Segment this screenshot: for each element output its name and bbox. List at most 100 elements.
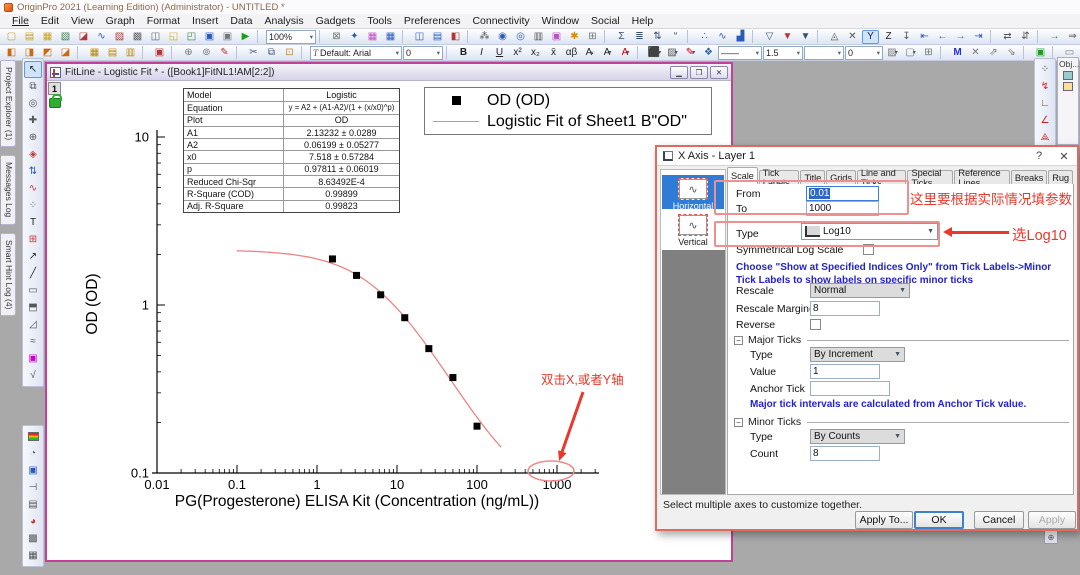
new-excel-icon[interactable]: ▧: [57, 30, 74, 44]
extract-data-icon[interactable]: ↧: [898, 30, 915, 44]
super-sub-icon[interactable]: x̄: [545, 46, 562, 60]
reapply-filter-icon[interactable]: ▼: [797, 30, 814, 44]
text-tool-icon[interactable]: T: [24, 214, 42, 231]
go-last-icon[interactable]: ⇥: [970, 30, 987, 44]
import-wizard-icon[interactable]: ▶: [237, 30, 254, 44]
pie-chart-tool-icon[interactable]: ◔: [24, 445, 42, 462]
add-inset-with-data-icon[interactable]: ◪: [57, 46, 74, 60]
fill-area-combo[interactable]: ▾: [804, 46, 844, 60]
arrow-tool-icon[interactable]: ↗: [24, 248, 42, 265]
mask-point-icon[interactable]: M: [949, 46, 966, 60]
plot-scatter-icon[interactable]: ∴: [696, 30, 713, 44]
graph-window[interactable]: FitLine - Logistic Fit * - ([Book1]FitNL…: [45, 62, 733, 562]
collapse-icon[interactable]: −: [734, 336, 743, 345]
unmask-range-icon[interactable]: ✕: [844, 30, 861, 44]
menu-view[interactable]: View: [65, 15, 100, 27]
increase-font-icon[interactable]: A▴: [581, 46, 598, 60]
insert-graph-object-icon[interactable]: ▣: [24, 350, 42, 367]
move-to-back-icon[interactable]: →: [1046, 30, 1063, 44]
collapse-icon[interactable]: −: [734, 418, 743, 427]
cascade-windows-icon[interactable]: ▤: [429, 30, 446, 44]
save-project-icon[interactable]: ▣: [201, 30, 218, 44]
sidebar-tab-messages-log[interactable]: Messages Log: [1, 155, 16, 224]
graph-close-button[interactable]: ✕: [710, 66, 728, 79]
exchange-xy-icon[interactable]: ⇵: [1017, 30, 1034, 44]
mask-range-icon[interactable]: ◬: [826, 30, 843, 44]
go-first-icon[interactable]: ⇤: [916, 30, 933, 44]
sidebar-tab-smart-hint-log[interactable]: Smart Hint Log (4): [1, 233, 16, 316]
column-stats-icon[interactable]: Σ: [613, 30, 630, 44]
split-window-icon[interactable]: ◧: [447, 30, 464, 44]
y-axis-title[interactable]: OD (OD): [84, 244, 102, 364]
menu-graph[interactable]: Graph: [100, 15, 141, 27]
worksheet-view-icon[interactable]: ▥: [530, 30, 547, 44]
cancel-button[interactable]: Cancel: [974, 511, 1024, 529]
zoom-combo[interactable]: 100%▾: [266, 30, 316, 44]
go-previous-icon[interactable]: ←: [934, 30, 951, 44]
apply-to-button[interactable]: Apply To...: [855, 511, 913, 529]
plot-legend[interactable]: OD (OD) Logistic Fit of Sheet1 B"OD": [424, 87, 712, 135]
cluster-tool-icon[interactable]: ⁘: [24, 197, 42, 214]
menu-format[interactable]: Format: [141, 15, 186, 27]
ok-button[interactable]: OK: [914, 511, 964, 529]
new-folder-icon[interactable]: ▤: [21, 30, 38, 44]
menu-help[interactable]: Help: [626, 15, 660, 27]
protect-sheet-icon[interactable]: ⊠: [328, 30, 345, 44]
menu-window[interactable]: Window: [536, 15, 585, 27]
reverse-checkbox[interactable]: [810, 319, 821, 330]
change-mask-color-icon[interactable]: ⇗: [985, 46, 1002, 60]
object-manager-panel[interactable]: Obj...: [1057, 57, 1079, 145]
add-layer-icon[interactable]: ◧: [3, 46, 20, 60]
pointer-tool-icon[interactable]: ↖: [24, 61, 42, 78]
symbol-style-icon[interactable]: ❖: [700, 46, 717, 60]
data-highlighter-icon[interactable]: ⊚: [198, 46, 215, 60]
fit-parameter-table[interactable]: ModelLogisticEquationy = A2 + (A1-A2)/(1…: [183, 88, 400, 213]
screen-reader-tool-icon[interactable]: ⊕: [24, 129, 42, 146]
menu-gadgets[interactable]: Gadgets: [310, 15, 362, 27]
data-point[interactable]: [474, 423, 481, 430]
font-color-icon[interactable]: A▾: [617, 46, 634, 60]
merge-graphs-icon[interactable]: ▦: [86, 46, 103, 60]
merge-tool-icon[interactable]: ⊣: [24, 479, 42, 496]
fit-sigmoidal-tool-icon[interactable]: ∠: [1036, 112, 1054, 129]
menu-tools[interactable]: Tools: [361, 15, 398, 27]
insert-object-tool-icon[interactable]: ▣: [24, 462, 42, 479]
browser-icon[interactable]: ◉: [494, 30, 511, 44]
data-point[interactable]: [353, 272, 360, 279]
x-axis-dialog[interactable]: X Axis - Layer 1 ? ✕ ScaleTick LabelsTit…: [655, 145, 1079, 531]
plot-column-icon[interactable]: ▟: [732, 30, 749, 44]
graph-canvas[interactable]: 1 0.010.111010010000.1110 ModelLogisticE…: [47, 81, 731, 560]
refresh-icon[interactable]: ✦: [346, 30, 363, 44]
zoom-tool-icon[interactable]: ◎: [24, 95, 42, 112]
new-workbook-icon[interactable]: ▦: [39, 30, 56, 44]
fit-multipeak-tool-icon[interactable]: ⟁: [1036, 129, 1054, 146]
count-input[interactable]: 8: [810, 446, 880, 461]
data-point[interactable]: [377, 291, 384, 298]
fit-polynomial-tool-icon[interactable]: ∟: [1036, 95, 1054, 112]
bold-icon[interactable]: B: [455, 46, 472, 60]
data-point[interactable]: [401, 314, 408, 321]
selection-on-curve-tool-icon[interactable]: ∿: [24, 180, 42, 197]
pattern-fill-icon[interactable]: ▨▾: [664, 46, 681, 60]
copy-icon[interactable]: ⧉: [263, 46, 280, 60]
menu-data[interactable]: Data: [224, 15, 258, 27]
swap-z-icon[interactable]: Z: [880, 30, 897, 44]
subscript-icon[interactable]: x₂: [527, 46, 544, 60]
plot-line-icon[interactable]: ∿: [714, 30, 731, 44]
sort-columns-icon[interactable]: ⇅: [649, 30, 666, 44]
extract-layers-icon[interactable]: ▤: [104, 46, 121, 60]
data-reader-tool-icon[interactable]: ◈: [24, 146, 42, 163]
rescale-axes-icon[interactable]: ⇄: [999, 30, 1016, 44]
new-sheet-icon[interactable]: ▦: [364, 30, 381, 44]
polyline-tool-icon[interactable]: ◿: [24, 316, 42, 333]
date-time-tool-icon[interactable]: ⊞: [24, 231, 42, 248]
data-point[interactable]: [449, 374, 456, 381]
fit-linear-tool-icon[interactable]: ↯: [1036, 78, 1054, 95]
italic-icon[interactable]: I: [473, 46, 490, 60]
menu-connectivity[interactable]: Connectivity: [466, 15, 535, 27]
new-notes-icon[interactable]: ◫: [147, 30, 164, 44]
rescale-margin-input[interactable]: 8: [810, 301, 880, 316]
menu-file[interactable]: File: [6, 15, 35, 27]
data-filter-icon[interactable]: ▽: [761, 30, 778, 44]
layer-management-icon[interactable]: ▥: [122, 46, 139, 60]
